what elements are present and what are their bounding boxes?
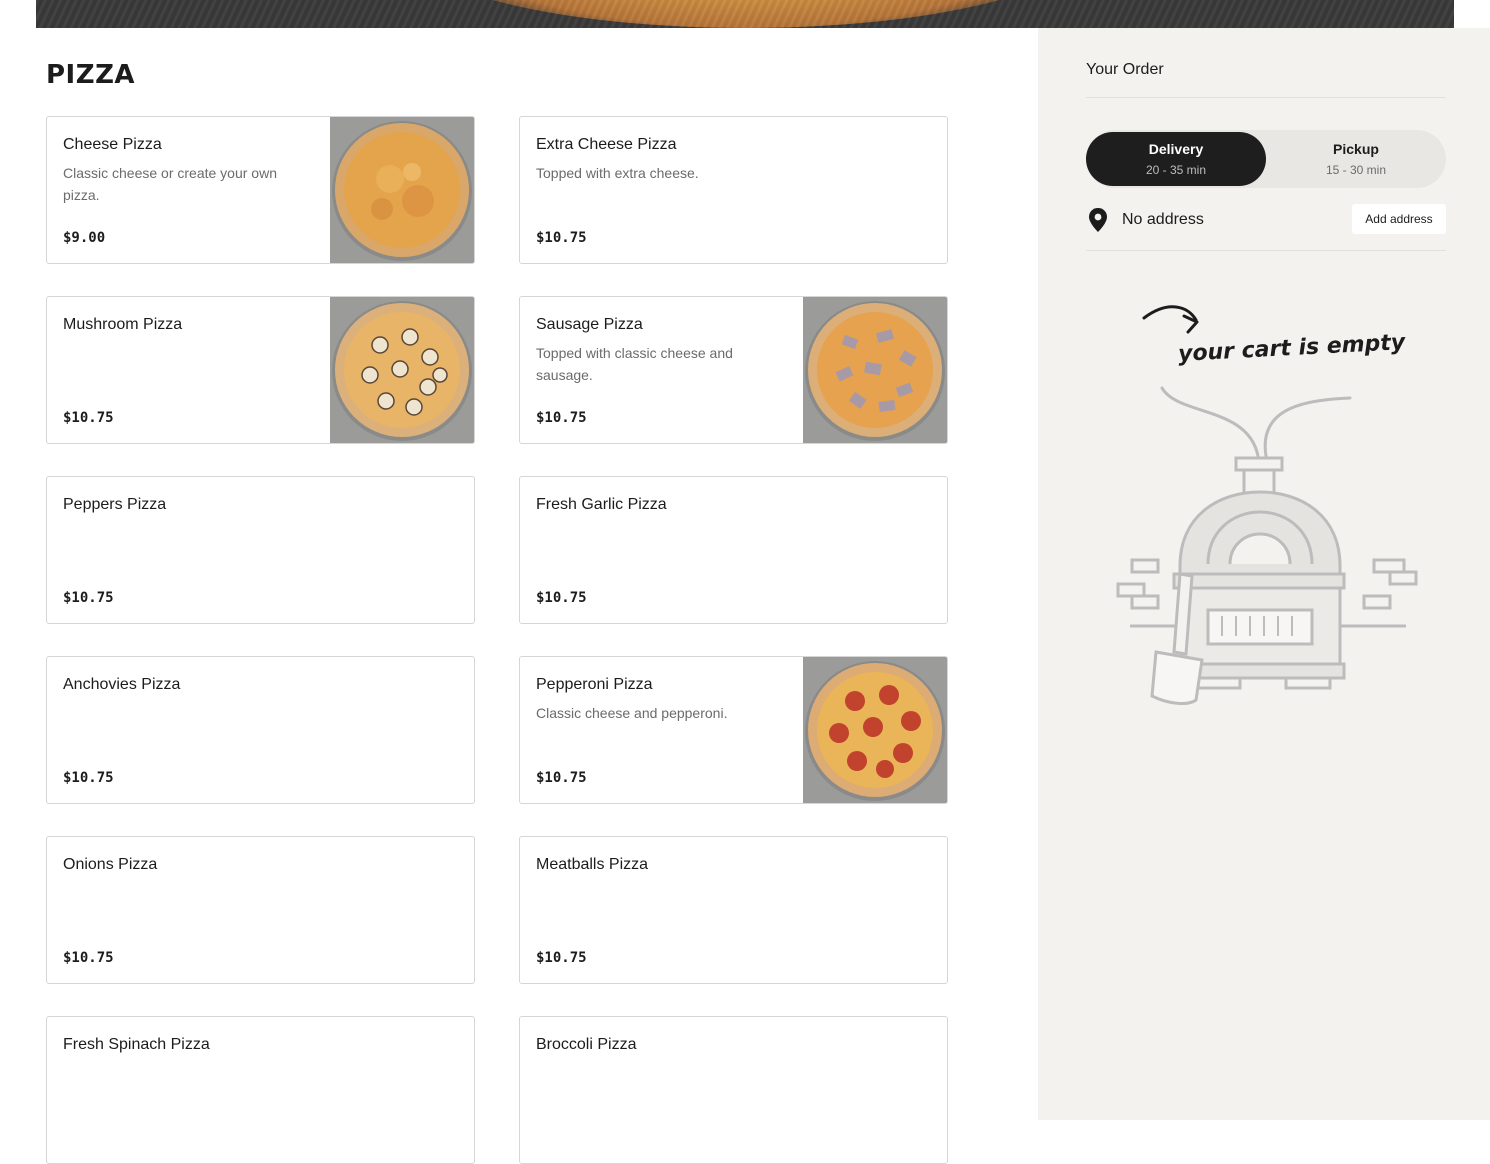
item-name: Fresh Garlic Pizza [536,496,667,513]
address-text: No address [1122,211,1204,228]
sausage-pizza-image [803,297,947,443]
delivery-label: Delivery [1148,141,1204,157]
delivery-time: 20 - 35 min [1145,163,1207,177]
order-sidebar: Your Order Delivery 20 - 35 min Pickup 1… [1038,28,1490,1120]
item-price: $10.75 [63,950,114,966]
divider [1086,97,1446,98]
item-description: Classic cheese or create your own pizza. [63,165,277,203]
delivery-option[interactable]: Delivery 20 - 35 min [1086,132,1266,186]
item-price: $10.75 [536,230,587,246]
menu-item-anchovies-pizza[interactable]: Anchovies Pizza $10.75 [46,656,475,804]
menu-item-fresh-spinach-pizza[interactable]: Fresh Spinach Pizza [46,1016,475,1164]
item-name: Cheese Pizza [63,136,162,153]
item-description: Topped with extra cheese. [536,165,699,181]
location-pin-icon [1089,208,1107,232]
menu-item-pepperoni-pizza[interactable]: Pepperoni Pizza Classic cheese and peppe… [519,656,948,804]
pickup-time: 15 - 30 min [1325,163,1387,177]
section-title: PIZZA [46,60,136,90]
order-title: Your Order [1086,61,1164,78]
item-description: Topped with classic cheese and sausage. [536,345,733,383]
item-price: $10.75 [536,950,587,966]
menu-item-peppers-pizza[interactable]: Peppers Pizza $10.75 [46,476,475,624]
item-price: $10.75 [63,410,114,426]
item-name: Broccoli Pizza [536,1036,637,1053]
add-address-button[interactable]: Add address [1352,204,1446,234]
menu-item-broccoli-pizza[interactable]: Broccoli Pizza [519,1016,948,1164]
fulfillment-toggle: Delivery 20 - 35 min Pickup 15 - 30 min [1086,130,1446,188]
item-price: $9.00 [63,230,106,246]
item-name: Extra Cheese Pizza [536,136,677,153]
item-name: Pepperoni Pizza [536,676,653,693]
item-price: $10.75 [536,410,587,426]
address-row: No address Add address [1086,204,1446,236]
item-name: Onions Pizza [63,856,158,873]
menu-item-cheese-pizza[interactable]: Cheese Pizza Classic cheese or create yo… [46,116,475,264]
item-name: Peppers Pizza [63,496,167,513]
pickup-option[interactable]: Pickup 15 - 30 min [1266,132,1446,186]
item-description: Classic cheese and pepperoni. [536,705,728,721]
item-name: Sausage Pizza [536,316,643,333]
item-name: Mushroom Pizza [63,316,183,333]
item-price: $10.75 [63,770,114,786]
mushroom-pizza-image [330,297,474,443]
menu-item-fresh-garlic-pizza[interactable]: Fresh Garlic Pizza $10.75 [519,476,948,624]
item-price: $10.75 [536,590,587,606]
menu-item-sausage-pizza[interactable]: Sausage Pizza Topped with classic cheese… [519,296,948,444]
item-name: Anchovies Pizza [63,676,181,693]
hero-banner [36,0,1454,28]
menu-item-onions-pizza[interactable]: Onions Pizza $10.75 [46,836,475,984]
menu-item-mushroom-pizza[interactable]: Mushroom Pizza $10.75 [46,296,475,444]
divider [1086,250,1446,251]
menu-item-meatballs-pizza[interactable]: Meatballs Pizza $10.75 [519,836,948,984]
item-name: Fresh Spinach Pizza [63,1036,210,1053]
item-price: $10.75 [63,590,114,606]
pepperoni-pizza-image [803,657,947,803]
menu-grid: Cheese Pizza Classic cheese or create yo… [46,116,948,1164]
item-name: Meatballs Pizza [536,856,649,873]
item-price: $10.75 [536,770,587,786]
pickup-label: Pickup [1333,141,1379,157]
cheese-pizza-image [330,117,474,263]
menu-item-extra-cheese-pizza[interactable]: Extra Cheese Pizza Topped with extra che… [519,116,948,264]
